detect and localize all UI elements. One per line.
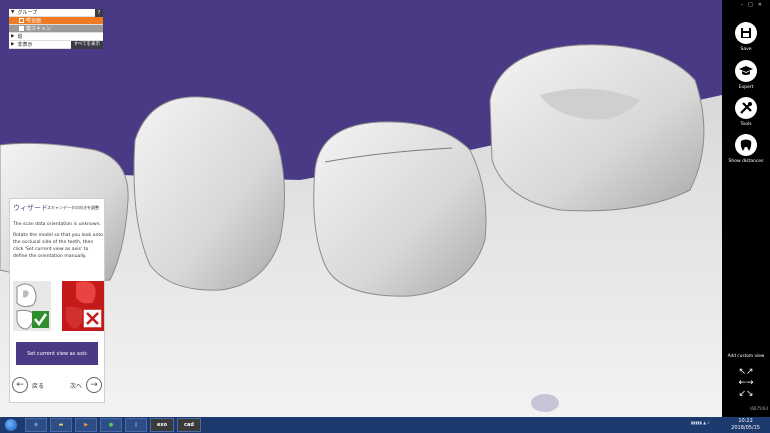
show-distances-label: Show distances [728, 159, 764, 164]
group-item-label: 咬合面 [26, 18, 42, 24]
next-label: 次へ [69, 382, 82, 390]
taskbar-app-exo[interactable]: exo [150, 418, 174, 432]
groups-hidden-row[interactable]: ▶ 非表示 すべてを表示 [9, 41, 103, 49]
show-distances-button[interactable]: Show distances [722, 134, 770, 164]
save-icon [735, 22, 757, 44]
expert-button[interactable]: Expert [722, 60, 770, 90]
dental-scan-model[interactable] [0, 0, 722, 417]
back-label: 戻る [32, 382, 45, 390]
next-button[interactable]: 次へ → [70, 377, 102, 393]
wizard-title: ウィザード [13, 204, 48, 212]
hidden-label: 非表示 [17, 42, 33, 48]
scan-viewport[interactable] [0, 0, 722, 417]
groups-header-label: グループ [17, 10, 38, 16]
group-item-model-scan[interactable]: 模スキャン [9, 25, 103, 33]
view-arrows-icon[interactable]: ↖↗ ←→ ↙↘ [734, 367, 758, 400]
help-button[interactable]: ? [95, 9, 103, 17]
system-tray[interactable]: ▮▮▮▮▮ ▲ ♪ [691, 420, 710, 425]
chevron-down-icon: ▼ [11, 10, 15, 15]
graduation-cap-icon [735, 60, 757, 82]
save-button[interactable]: Save [722, 22, 770, 52]
tools-button[interactable]: Tools [722, 97, 770, 127]
windows-taskbar: e ▬ ▶ ● ▯ exo cad ▮▮▮▮▮ ▲ ♪ 10:22 2018/0… [0, 417, 770, 433]
expert-label: Expert [738, 85, 754, 90]
tools-label: Tools [740, 122, 752, 127]
section-label: 追 [17, 34, 23, 40]
start-button[interactable] [0, 417, 22, 433]
set-view-as-axis-button[interactable]: Set current view as axis [16, 342, 98, 365]
correct-orientation-example [13, 281, 51, 331]
wizard-text-2: Rotate the model so that you look onto t… [13, 233, 103, 259]
group-panel: ▼ グループ ? 咬合面 模スキャン ▶ 追 ▶ 非表示 すべてを表示 [9, 9, 103, 49]
show-all-button[interactable]: すべてを表示 [70, 41, 103, 49]
tooth-icon [735, 134, 757, 156]
taskbar-app-cad[interactable]: cad [177, 418, 201, 432]
save-label: Save [740, 47, 752, 52]
chrome-icon[interactable]: ● [100, 418, 122, 432]
wizard-text-1: The scan data orientation is unknown. [13, 222, 101, 227]
groups-section-add[interactable]: ▶ 追 [9, 33, 103, 41]
back-button[interactable]: ← 戻る [12, 377, 44, 393]
add-custom-view-button[interactable]: Add custom view [722, 354, 770, 359]
media-player-icon[interactable]: ▶ [75, 418, 97, 432]
group-item-label: 模スキャン [26, 26, 52, 32]
clock-date: 2018/05/15 [731, 425, 760, 431]
windows-logo-icon [5, 419, 17, 431]
checkbox-checked-icon[interactable] [19, 26, 24, 31]
right-sidebar: –□✕ Save Expert Tools Show distances Add… [722, 0, 770, 417]
groups-header[interactable]: ▼ グループ ? [9, 9, 103, 17]
arrow-left-icon: ← [12, 377, 28, 393]
window-controls[interactable]: –□✕ [741, 2, 767, 8]
tools-icon [735, 97, 757, 119]
wizard-instructions: The scan data orientation is unknown. Ro… [13, 221, 103, 264]
chevron-right-icon: ▶ [11, 42, 15, 47]
arrow-right-icon: → [86, 377, 102, 393]
folder-icon[interactable]: ▬ [50, 418, 72, 432]
group-item-occlusal[interactable]: 咬合面 [9, 17, 103, 25]
wizard-panel: ウィザード スキャンデータの向きを調整 The scan data orient… [9, 198, 105, 403]
wrong-orientation-example [62, 281, 104, 331]
ie-icon[interactable]: e [25, 418, 47, 432]
chevron-right-icon: ▶ [11, 34, 15, 39]
clock[interactable]: 10:22 2018/05/15 [731, 418, 760, 432]
checkbox-icon[interactable] [19, 18, 24, 23]
clock-time: 10:22 [738, 418, 753, 424]
build-number: \6675/64 [750, 406, 768, 411]
document-icon[interactable]: ▯ [125, 418, 147, 432]
wizard-subtitle: スキャンデータの向きを調整 [47, 205, 99, 210]
